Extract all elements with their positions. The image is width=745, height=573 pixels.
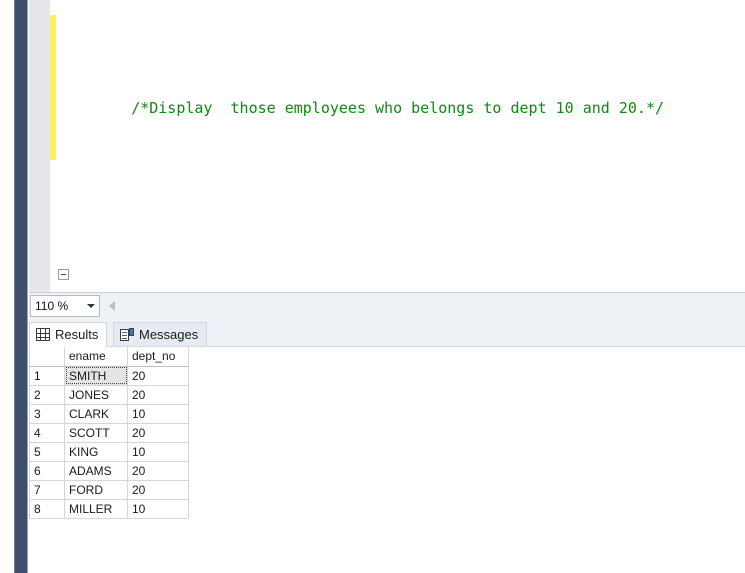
row-number[interactable]: 4 — [29, 422, 65, 443]
cell-dept_no[interactable]: 20 — [127, 384, 189, 405]
results-pane: Results Messages ename dept_no 1 SMITH 2… — [29, 320, 745, 573]
cell-dept_no[interactable]: 20 — [127, 422, 189, 443]
cell-ename[interactable]: CLARK — [64, 403, 128, 424]
cell-ename[interactable]: FORD — [64, 479, 128, 500]
row-number[interactable]: 6 — [29, 460, 65, 481]
table-row[interactable]: 2 JONES 20 — [29, 384, 189, 405]
editor-status-bar: 110 % — [29, 292, 745, 320]
row-number[interactable]: 5 — [29, 441, 65, 462]
cell-ename[interactable]: SMITH — [64, 365, 128, 386]
table-row[interactable]: 6 ADAMS 20 — [29, 460, 189, 481]
row-number[interactable]: 8 — [29, 498, 65, 519]
table-row[interactable]: 3 CLARK 10 — [29, 403, 189, 424]
cell-dept_no[interactable]: 20 — [127, 479, 189, 500]
grid-icon — [36, 328, 50, 341]
cell-dept_no[interactable]: 10 — [127, 441, 189, 462]
row-number[interactable]: 3 — [29, 403, 65, 424]
cell-dept_no[interactable]: 10 — [127, 498, 189, 519]
row-number[interactable]: 7 — [29, 479, 65, 500]
tab-messages[interactable]: Messages — [113, 322, 208, 347]
grid-header-row: ename dept_no — [29, 347, 189, 367]
sql-comment-text: /*Display those employees who belongs to… — [131, 99, 665, 117]
results-grid[interactable]: ename dept_no 1 SMITH 20 2 JONES 20 3 CL… — [29, 347, 189, 519]
grid-body: 1 SMITH 20 2 JONES 20 3 CLARK 10 4 SCOTT — [29, 365, 189, 519]
chevron-down-icon[interactable] — [83, 304, 99, 308]
code-line-blank[interactable] — [56, 168, 745, 192]
code-line-select[interactable]: select ename,dept_no — [56, 264, 745, 288]
outlining-collapse-icon[interactable] — [58, 269, 69, 280]
grid-header-dept_no[interactable]: dept_no — [127, 347, 189, 367]
editor-horizontal-scrollbar[interactable] — [119, 293, 745, 320]
window-left-gutter — [0, 0, 14, 573]
table-row[interactable]: 1 SMITH 20 — [29, 365, 189, 386]
cell-ename[interactable]: KING — [64, 441, 128, 462]
cell-dept_no[interactable]: 10 — [127, 403, 189, 424]
table-row[interactable]: 7 FORD 20 — [29, 479, 189, 500]
row-number[interactable]: 1 — [29, 365, 65, 386]
results-tab-strip: Results Messages — [29, 320, 745, 347]
sql-editor-pane[interactable]: /*Display those employees who belongs to… — [29, 0, 745, 292]
code-line-comment[interactable]: /*Display those employees who belongs to… — [56, 72, 745, 117]
results-grid-container[interactable]: ename dept_no 1 SMITH 20 2 JONES 20 3 CL… — [29, 347, 745, 573]
zoom-level-value: 110 % — [35, 299, 69, 313]
tab-messages-label: Messages — [139, 327, 199, 342]
grid-header-rownum — [29, 347, 65, 367]
tab-results-label: Results — [55, 327, 99, 342]
cell-ename[interactable]: SCOTT — [64, 422, 128, 443]
window-left-navy-bar — [14, 0, 28, 573]
zoom-level-combobox[interactable]: 110 % — [30, 295, 100, 317]
tab-results[interactable]: Results — [29, 322, 108, 347]
message-sheet-icon — [120, 327, 134, 342]
cell-dept_no[interactable]: 20 — [127, 365, 189, 386]
grid-header-ename[interactable]: ename — [64, 347, 128, 367]
cell-ename[interactable]: JONES — [64, 384, 128, 405]
row-number[interactable]: 2 — [29, 384, 65, 405]
table-row[interactable]: 8 MILLER 10 — [29, 498, 189, 519]
table-row[interactable]: 5 KING 10 — [29, 441, 189, 462]
cell-dept_no[interactable]: 20 — [127, 460, 189, 481]
cell-ename[interactable]: ADAMS — [64, 460, 128, 481]
table-row[interactable]: 4 SCOTT 20 — [29, 422, 189, 443]
triangle-left-icon[interactable] — [105, 298, 119, 314]
cell-ename[interactable]: MILLER — [64, 498, 128, 519]
editor-code-area[interactable]: /*Display those employees who belongs to… — [56, 0, 745, 292]
editor-indicator-margin — [29, 0, 50, 292]
